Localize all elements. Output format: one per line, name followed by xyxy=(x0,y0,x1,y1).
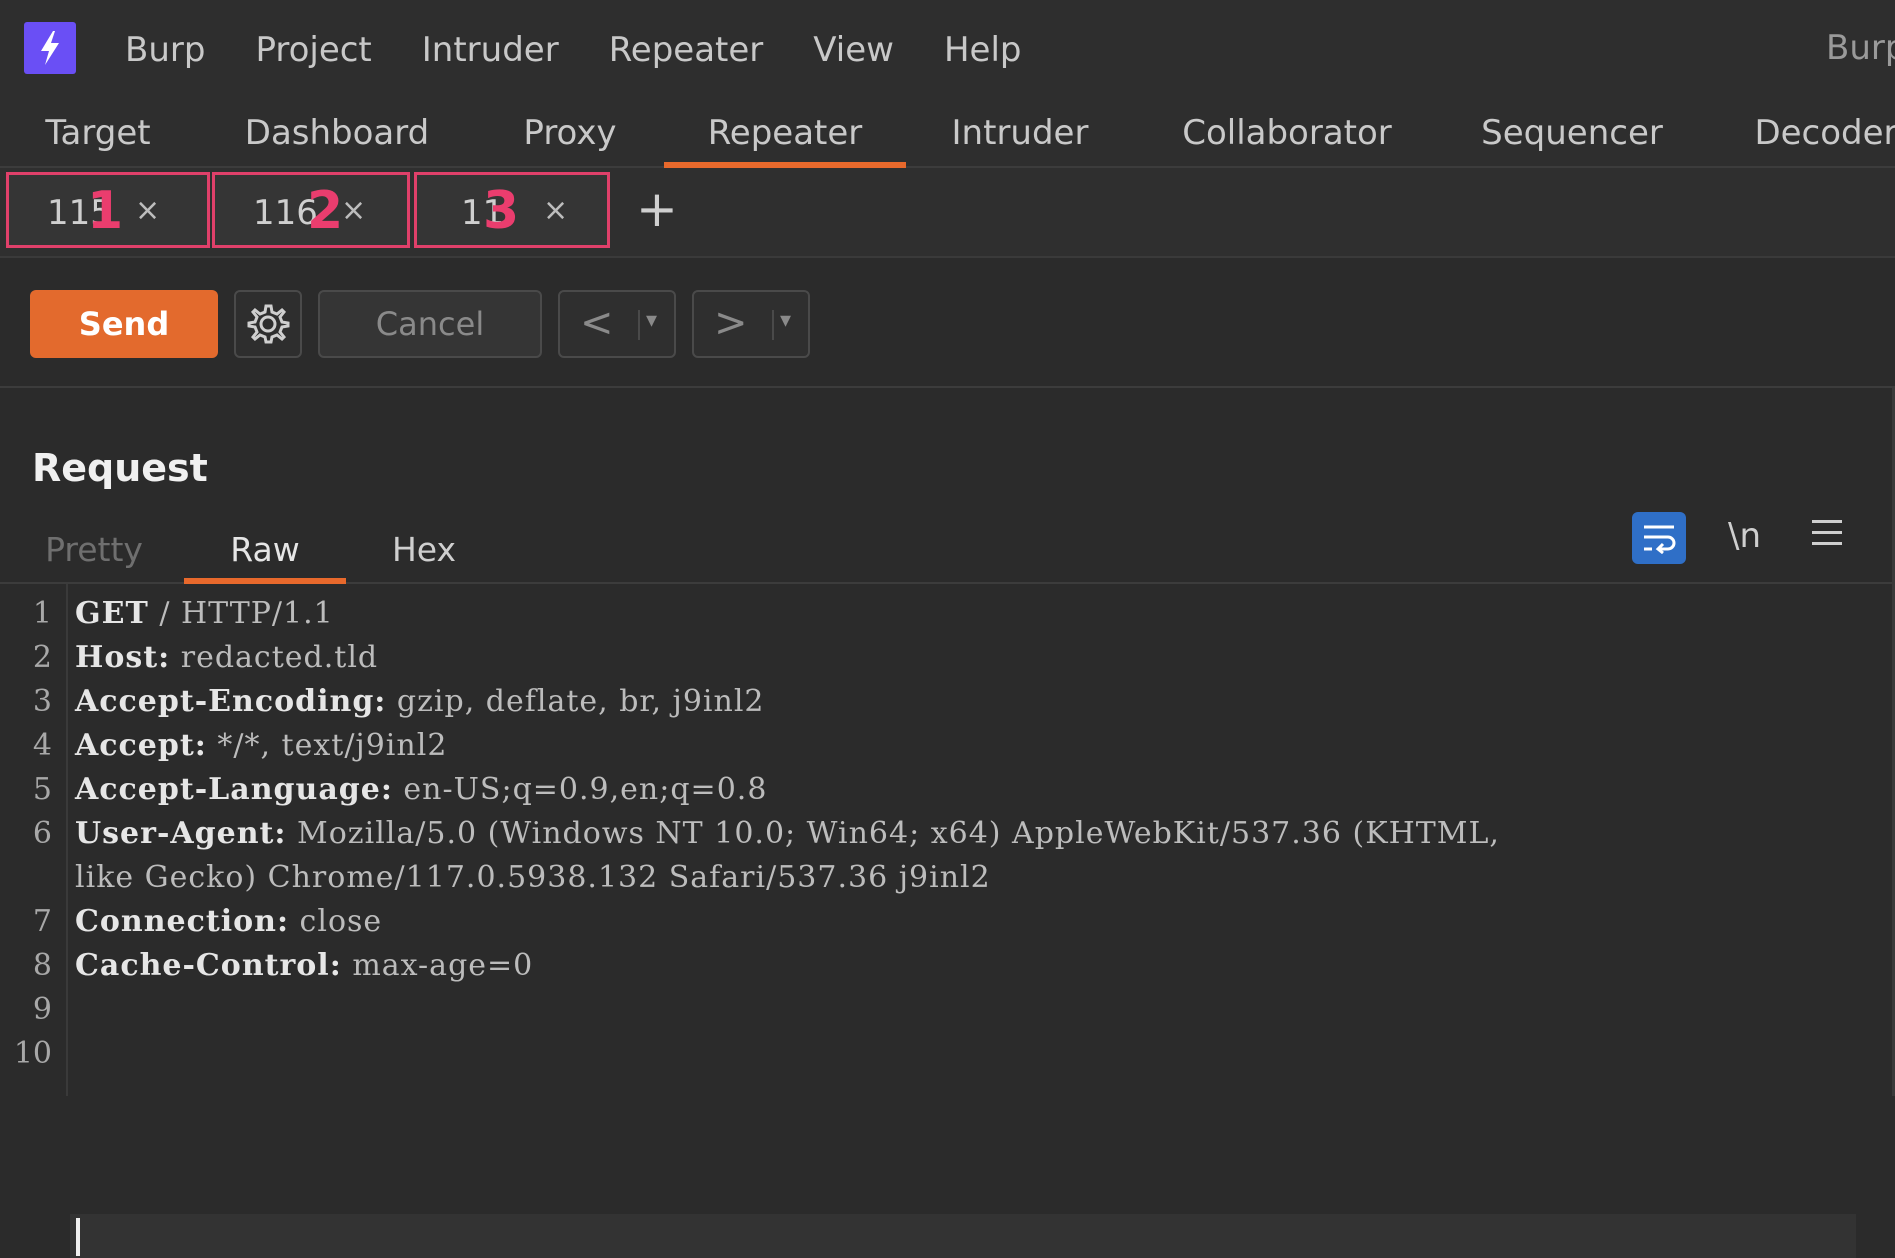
line-number: 7 xyxy=(32,904,52,939)
hamburger-menu-icon[interactable] xyxy=(1812,520,1842,546)
editor-line: 6 User-Agent: Mozilla/5.0 (Windows NT 10… xyxy=(0,816,1860,860)
line-text: Connection: close xyxy=(75,904,383,939)
editor-line: 7 Connection: close xyxy=(0,904,1860,948)
wrap-lines-icon xyxy=(1644,525,1676,554)
divider xyxy=(772,310,774,340)
line-text: Cache-Control: max-age=0 xyxy=(75,948,534,983)
close-tab-icon[interactable]: × xyxy=(341,193,366,228)
line-number: 1 xyxy=(32,596,52,631)
tab-sequencer[interactable]: Sequencer xyxy=(1472,100,1672,166)
menu-project[interactable]: Project xyxy=(255,30,371,70)
line-number: 9 xyxy=(32,992,52,1027)
editor-line: 4 Accept: */*, text/j9inl2 xyxy=(0,728,1860,772)
line-number: 5 xyxy=(32,772,52,807)
annotation-badge: 1 xyxy=(87,181,124,241)
editor-line: 5 Accept-Language: en-US;q=0.9,en;q=0.8 xyxy=(0,772,1860,816)
chevron-left-icon: < xyxy=(580,300,614,346)
request-editor[interactable]: 1 GET / HTTP/1.1 2 Host: redacted.tld 3 … xyxy=(0,584,1892,1258)
request-panel: Request Pretty Raw Hex \n 1 GET / HTTP/1… xyxy=(0,388,1895,1258)
annotation-badge: 2 xyxy=(307,181,344,241)
cancel-button[interactable]: Cancel xyxy=(318,290,542,358)
menu-view[interactable]: View xyxy=(813,30,894,70)
text-caret xyxy=(76,1218,80,1256)
close-tab-icon[interactable]: × xyxy=(543,193,568,228)
menubar: Burp Project Intruder Repeater View Help… xyxy=(0,0,1895,100)
editor-line: 3 Accept-Encoding: gzip, deflate, br, j9… xyxy=(0,684,1860,728)
chevron-right-icon: > xyxy=(714,300,748,346)
request-tab-3[interactable]: 11 3 × xyxy=(414,172,610,248)
history-back-button[interactable]: < ▾ xyxy=(558,290,676,358)
add-tab-button[interactable]: + xyxy=(636,180,678,238)
line-number: 4 xyxy=(32,728,52,763)
line-number: 10 xyxy=(13,1036,52,1071)
line-text: Accept: */*, text/j9inl2 xyxy=(75,728,448,763)
tool-tabs: Target Dashboard Proxy Repeater Intruder… xyxy=(0,100,1895,168)
menu-help[interactable]: Help xyxy=(944,30,1022,70)
line-text: Accept-Language: en-US;q=0.9,en;q=0.8 xyxy=(75,772,768,807)
line-number: 6 xyxy=(32,816,52,851)
divider xyxy=(638,310,640,340)
panel-title: Request xyxy=(32,446,208,490)
tab-collaborator[interactable]: Collaborator xyxy=(1172,100,1402,166)
line-text: like Gecko) Chrome/117.0.5938.132 Safari… xyxy=(75,860,991,895)
editor-line: 9 xyxy=(0,992,1860,1036)
editor-line: 2 Host: redacted.tld xyxy=(0,640,1860,684)
tab-pretty[interactable]: Pretty xyxy=(24,516,164,582)
editor-line: 10 xyxy=(0,1036,1860,1080)
close-tab-icon[interactable]: × xyxy=(135,193,160,228)
gear-icon xyxy=(247,304,290,344)
line-text: User-Agent: Mozilla/5.0 (Windows NT 10.0… xyxy=(75,816,1500,851)
tab-raw[interactable]: Raw xyxy=(184,516,346,584)
tab-target[interactable]: Target xyxy=(28,100,168,166)
repeater-toolbar: Send Cancel < ▾ > ▾ xyxy=(0,258,1895,388)
current-line-highlight xyxy=(70,1214,1856,1258)
line-number: 3 xyxy=(32,684,52,719)
history-forward-button[interactable]: > ▾ xyxy=(692,290,810,358)
tab-intruder[interactable]: Intruder xyxy=(940,100,1100,166)
tab-repeater[interactable]: Repeater xyxy=(664,100,906,168)
request-tab-2[interactable]: 116 2 × xyxy=(212,172,410,248)
repeater-request-tabs: 115 1 × 116 2 × 11 3 × xyxy=(0,168,1895,258)
request-tab-1[interactable]: 115 1 × xyxy=(6,172,210,248)
wrap-lines-button[interactable] xyxy=(1632,512,1686,564)
chevron-down-icon[interactable]: ▾ xyxy=(646,308,657,333)
tab-decoder[interactable]: Decoder xyxy=(1746,100,1895,166)
line-text: Accept-Encoding: gzip, deflate, br, j9in… xyxy=(75,684,765,719)
editor-line-wrapped: like Gecko) Chrome/117.0.5938.132 Safari… xyxy=(0,860,1860,904)
line-text: GET / HTTP/1.1 xyxy=(75,596,334,631)
request-view-tabs: Pretty Raw Hex xyxy=(0,516,1892,584)
menu-repeater[interactable]: Repeater xyxy=(609,30,764,70)
tab-hex[interactable]: Hex xyxy=(370,516,478,582)
line-number: 8 xyxy=(32,948,52,983)
app-title: Burp xyxy=(1826,28,1895,68)
editor-line: 8 Cache-Control: max-age=0 xyxy=(0,948,1860,992)
newline-toggle-button[interactable]: \n xyxy=(1728,516,1761,556)
annotation-badge: 3 xyxy=(483,181,520,241)
tab-proxy[interactable]: Proxy xyxy=(510,100,630,166)
editor-line: 1 GET / HTTP/1.1 xyxy=(0,596,1860,640)
send-button[interactable]: Send xyxy=(30,290,218,358)
line-number: 2 xyxy=(32,640,52,675)
menu-burp[interactable]: Burp xyxy=(125,30,205,70)
settings-button[interactable] xyxy=(234,290,302,358)
burp-logo-icon xyxy=(24,22,76,74)
chevron-down-icon[interactable]: ▾ xyxy=(780,308,791,333)
tab-dashboard[interactable]: Dashboard xyxy=(232,100,442,166)
menu-intruder[interactable]: Intruder xyxy=(422,30,559,70)
line-text: Host: redacted.tld xyxy=(75,640,379,675)
